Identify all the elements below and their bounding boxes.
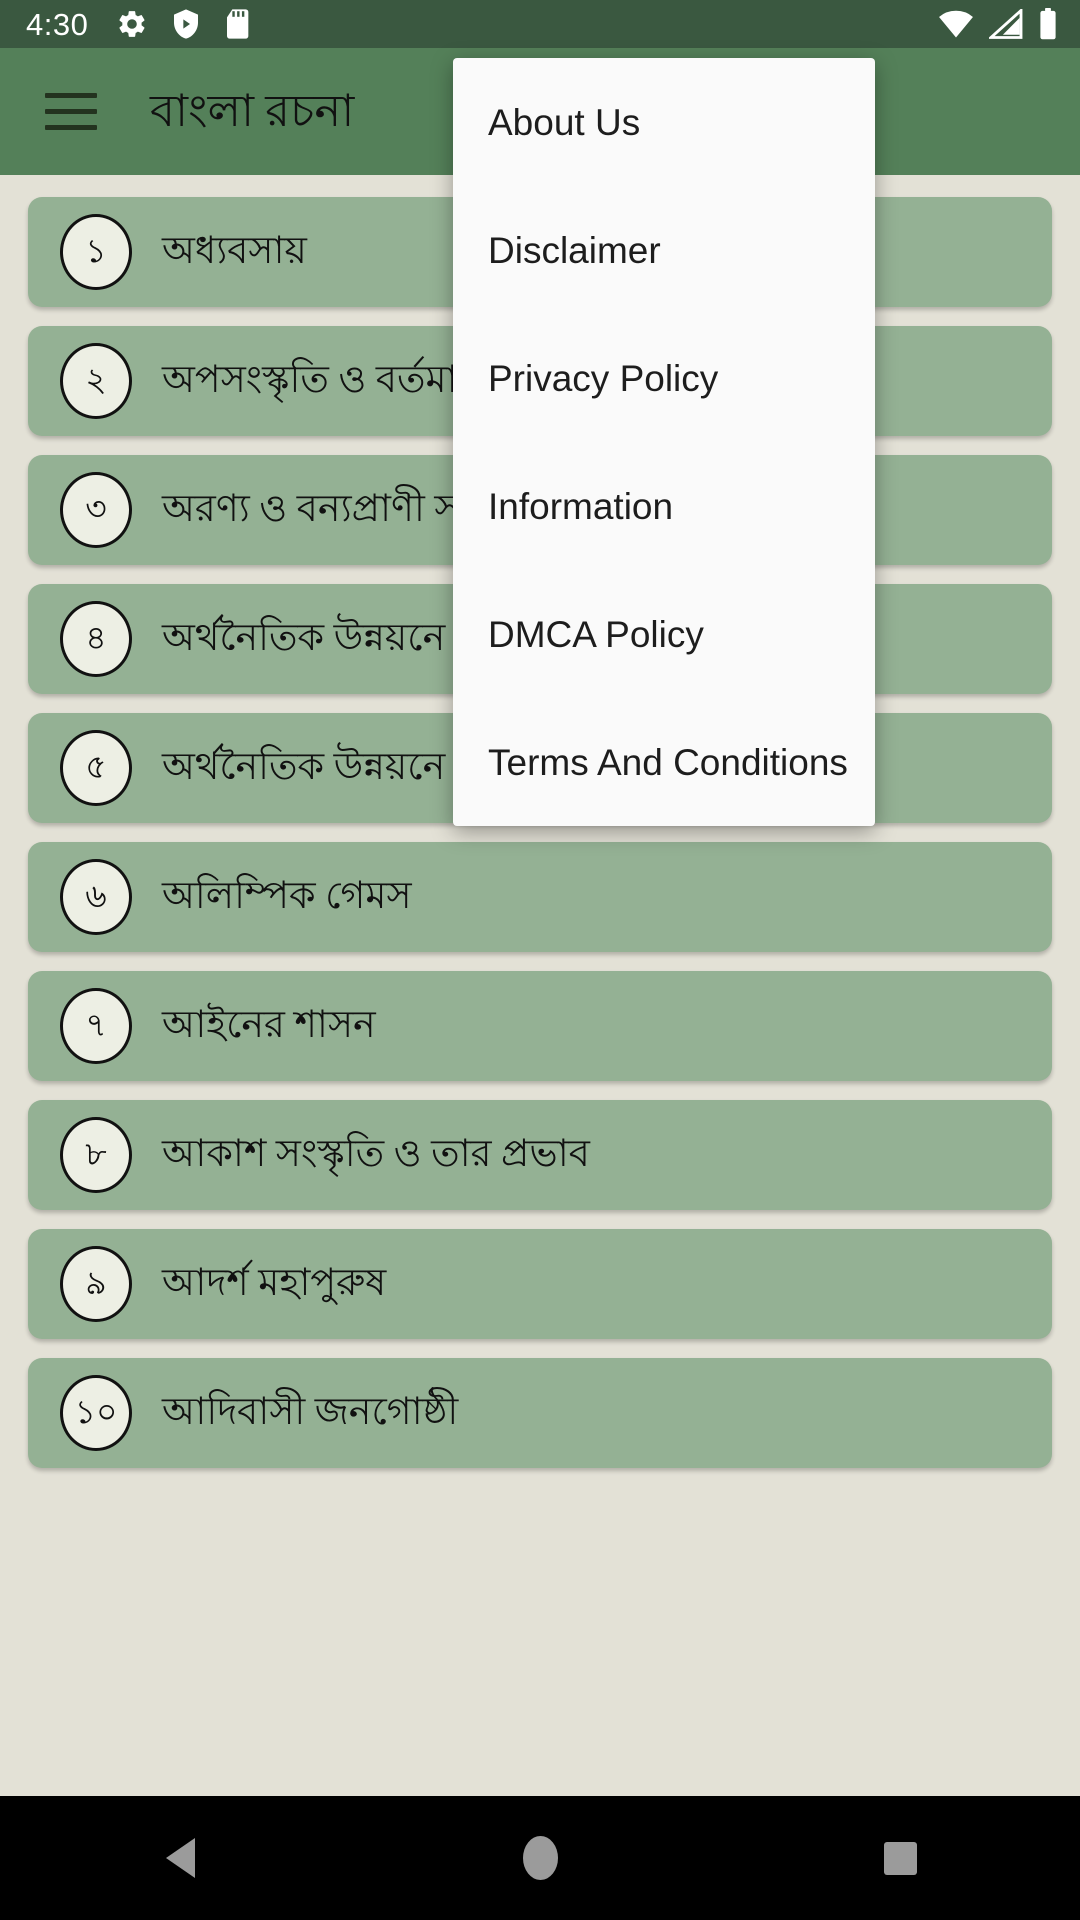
- back-triangle-icon: [165, 1838, 195, 1878]
- menu-item-label: Terms And Conditions: [488, 741, 848, 783]
- recents-square-icon: [883, 1841, 917, 1875]
- menu-item-information[interactable]: Information: [453, 442, 875, 570]
- list-item[interactable]: ৮ আকাশ সংস্কৃতি ও তার প্রভাব: [28, 1100, 1052, 1210]
- list-item[interactable]: ৭ আইনের শাসন: [28, 971, 1052, 1081]
- item-number-badge: ৪: [60, 601, 132, 677]
- status-left-icon-group: [116, 8, 254, 40]
- item-number-badge: ১: [60, 214, 132, 290]
- item-title: অলিম্পিক গেমস: [162, 875, 412, 918]
- android-navigation-bar: [0, 1796, 1080, 1920]
- item-number-badge: ৯: [60, 1246, 132, 1322]
- item-number: ৫: [85, 749, 107, 786]
- hamburger-line: [45, 109, 97, 114]
- item-number: ৪: [85, 620, 107, 657]
- nav-home-button[interactable]: [360, 1836, 720, 1880]
- app-screen: 4:30 বাংলা রচনা ১ অধ্যবসায় ২ অপসংস্কৃতি…: [0, 0, 1080, 1920]
- menu-item-label: Information: [488, 485, 674, 527]
- item-number: ১০: [74, 1394, 118, 1431]
- nav-back-button[interactable]: [0, 1838, 360, 1878]
- menu-item-about-us[interactable]: About Us: [453, 58, 875, 186]
- hamburger-line: [45, 125, 97, 130]
- item-number-badge: ২: [60, 343, 132, 419]
- item-number-badge: ৮: [60, 1117, 132, 1193]
- menu-item-privacy-policy[interactable]: Privacy Policy: [453, 314, 875, 442]
- item-number: ৭: [85, 1007, 107, 1044]
- list-item[interactable]: ৬ অলিম্পিক গেমস: [28, 842, 1052, 952]
- menu-item-label: Disclaimer: [488, 229, 661, 271]
- gear-icon: [119, 11, 145, 37]
- menu-item-dmca-policy[interactable]: DMCA Policy: [453, 570, 875, 698]
- sd-card-icon: [227, 9, 249, 39]
- wifi-icon: [939, 10, 973, 38]
- overflow-menu[interactable]: About Us Disclaimer Privacy Policy Infor…: [453, 58, 875, 826]
- battery-icon: [1040, 8, 1056, 40]
- page-title: বাংলা রচনা: [150, 86, 355, 136]
- item-number-badge: ৫: [60, 730, 132, 806]
- item-title: আকাশ সংস্কৃতি ও তার প্রভাব: [162, 1133, 590, 1176]
- item-number-badge: ৭: [60, 988, 132, 1064]
- list-item[interactable]: ৯ আদর্শ মহাপুরুষ: [28, 1229, 1052, 1339]
- menu-item-label: Privacy Policy: [488, 357, 719, 399]
- item-number: ৬: [85, 878, 107, 915]
- item-title: অপসংস্কৃতি ও বর্তমান: [162, 359, 481, 402]
- item-number-badge: ৬: [60, 859, 132, 935]
- status-clock: 4:30: [26, 6, 89, 42]
- item-title: আদর্শ মহাপুরুষ: [162, 1262, 387, 1305]
- menu-item-disclaimer[interactable]: Disclaimer: [453, 186, 875, 314]
- item-number-badge: ১০: [60, 1375, 132, 1451]
- item-title: আদিবাসী জনগোষ্ঠী: [162, 1391, 459, 1434]
- hamburger-menu-icon[interactable]: [28, 69, 114, 155]
- hamburger-line: [45, 93, 97, 98]
- item-number: ৯: [85, 1265, 107, 1302]
- list-item[interactable]: ১০ আদিবাসী জনগোষ্ঠী: [28, 1358, 1052, 1468]
- nav-recents-button[interactable]: [720, 1841, 1080, 1875]
- cellular-signal-icon: [989, 9, 1023, 39]
- home-circle-icon: [522, 1836, 558, 1880]
- menu-item-label: DMCA Policy: [488, 613, 704, 655]
- item-number: ৩: [85, 491, 107, 528]
- item-number: ২: [85, 362, 107, 399]
- item-number: ৮: [85, 1136, 107, 1173]
- item-title: আইনের শাসন: [162, 1004, 376, 1047]
- menu-item-terms-and-conditions[interactable]: Terms And Conditions: [453, 698, 875, 826]
- play-shield-icon: [174, 9, 199, 39]
- status-bar: 4:30: [0, 0, 1080, 48]
- status-right-icon-group: [938, 8, 1058, 40]
- item-number-badge: ৩: [60, 472, 132, 548]
- item-number: ১: [85, 233, 107, 270]
- item-title: অধ্যবসায়: [162, 230, 307, 273]
- menu-item-label: About Us: [488, 101, 641, 143]
